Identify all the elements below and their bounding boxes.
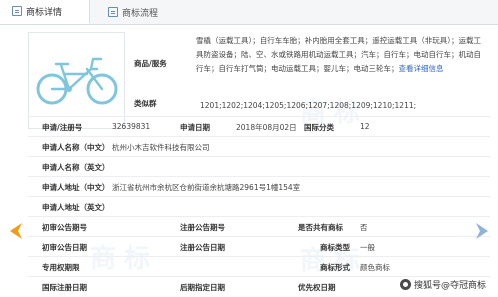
reg-no-value: 32639831 xyxy=(112,122,151,131)
tab-label: 商标详情 xyxy=(26,7,63,18)
goods-services-text: 雪橇（运载工具）；自行车车胎；补内胎用全套工具；遥控运载工具（非玩具）；运载工具… xyxy=(196,34,486,76)
goods-label: 商品/服务 xyxy=(134,59,167,68)
address-cn-value: 浙江省杭州市余杭区仓前街道余杭塘路2961号1幢154室 xyxy=(112,183,301,192)
address-cn-label: 申请人地址（中文） xyxy=(42,183,110,192)
address-en-label: 申请人地址（英文） xyxy=(42,203,110,212)
tm-form-value: 颜色商标 xyxy=(360,263,390,272)
prelim-date-label: 初审公告日期 xyxy=(42,243,87,252)
shared-value: 否 xyxy=(360,223,368,232)
divider xyxy=(28,116,490,117)
priority-label: 优先权日期 xyxy=(298,283,336,292)
shared-label: 是否共有商标 xyxy=(298,223,343,232)
document-icon xyxy=(108,7,118,17)
reg-pub-date-label: 注册公告日期 xyxy=(180,243,225,252)
divider xyxy=(28,216,490,217)
source-credit: 搜狐号@夺冠商标 xyxy=(400,278,486,291)
similar-group-value: 1201;1202;1204;1205;1206;1207;1208;1209;… xyxy=(200,101,417,110)
intl-reg-date-label: 国际注册日期 xyxy=(42,283,87,292)
tm-type-value: 一般 xyxy=(360,243,375,252)
credit-text: 搜狐号@夺冠商标 xyxy=(414,281,487,291)
applicant-cn-value: 杭州小木吉软件科技有限公司 xyxy=(112,143,210,152)
divider xyxy=(28,236,490,237)
tab-trademark-process[interactable]: 商标流程 xyxy=(96,0,196,24)
trademark-image[interactable] xyxy=(28,32,125,129)
divider xyxy=(28,156,490,157)
view-details-link[interactable]: 查看详细信息 xyxy=(399,64,444,73)
intl-class-label: 国际分类 xyxy=(304,123,334,132)
divider xyxy=(28,256,490,257)
sohu-logo-icon xyxy=(400,279,411,290)
bicycle-icon xyxy=(36,57,118,105)
later-date-label: 后期指定日期 xyxy=(180,283,225,292)
similar-group-label: 类似群 xyxy=(134,99,157,108)
intl-class-value: 12 xyxy=(360,122,370,131)
prelim-no-label: 初审公告期号 xyxy=(42,223,87,232)
tab-bar: 商标详情 商标流程 xyxy=(0,0,498,25)
reg-no-label: 申请/注册号 xyxy=(42,123,83,132)
divider xyxy=(28,136,490,137)
tab-label: 商标流程 xyxy=(122,8,159,19)
applicant-en-label: 申请人名称（英文） xyxy=(42,163,110,172)
apply-date-label: 申请日期 xyxy=(180,123,210,132)
divider xyxy=(28,176,490,177)
tab-trademark-details[interactable]: 商标详情 xyxy=(0,0,90,24)
previous-arrow-icon[interactable] xyxy=(8,222,24,240)
exclusive-label: 专用权期限 xyxy=(42,263,80,272)
apply-date-value: 2018年08月02日 xyxy=(236,123,297,132)
tm-type-label: 商标类型 xyxy=(320,243,350,252)
tm-form-label: 商标形式 xyxy=(320,263,350,272)
applicant-cn-label: 申请人名称（中文） xyxy=(42,143,110,152)
next-arrow-icon[interactable] xyxy=(474,222,490,240)
reg-pub-no-label: 注册公告期号 xyxy=(180,223,225,232)
document-icon xyxy=(12,6,22,16)
divider xyxy=(28,276,490,277)
divider xyxy=(28,196,490,197)
